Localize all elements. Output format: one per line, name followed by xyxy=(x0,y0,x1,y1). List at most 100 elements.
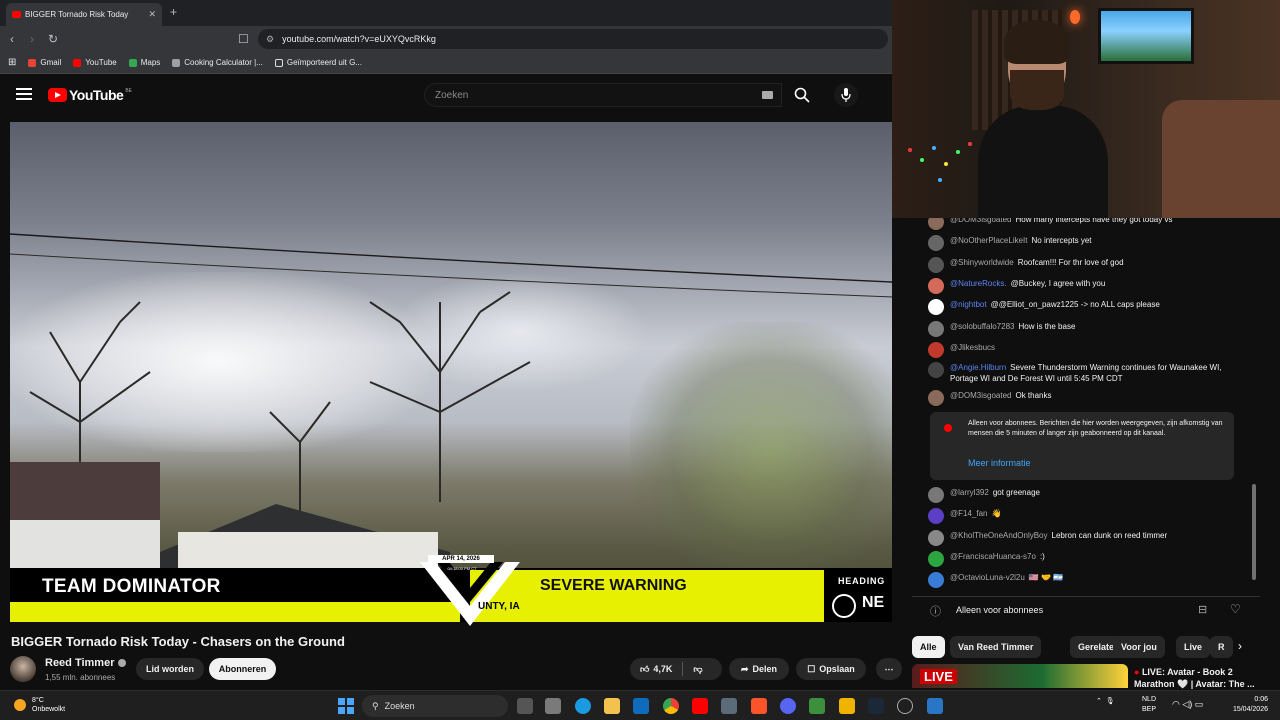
close-tab-icon[interactable]: ✕ xyxy=(148,9,156,20)
chip-4[interactable]: Live xyxy=(1176,636,1211,658)
chat-avatar[interactable] xyxy=(928,321,944,337)
settings-gear-icon[interactable] xyxy=(897,698,913,714)
forward-icon[interactable]: › xyxy=(30,32,34,46)
chip-5[interactable]: R xyxy=(1210,636,1233,658)
chat-avatar[interactable] xyxy=(928,508,944,524)
bookmark-youtube[interactable]: YouTube xyxy=(73,58,117,67)
chat-avatar[interactable] xyxy=(928,572,944,588)
chat-avatar[interactable] xyxy=(928,487,944,503)
chat-username[interactable]: @NatureRocks. xyxy=(950,279,1007,288)
chat-message[interactable]: @NatureRocks. @Buckey, I agree with you xyxy=(928,278,1246,294)
chat-message[interactable]: @nightbot @@Elliot_on_pawz1225 -> no ALL … xyxy=(928,299,1246,315)
chat-message[interactable]: @DOM3isgoated Ok thanks xyxy=(928,390,1246,406)
money-icon[interactable]: ⊟ xyxy=(1198,603,1207,616)
save-button[interactable]: ☐ Opslaan xyxy=(796,658,866,680)
chat-avatar[interactable] xyxy=(928,362,944,378)
chat-username[interactable]: @nightbot xyxy=(950,300,987,309)
dislike-button[interactable]: 👎︎ xyxy=(693,664,702,675)
chip-3[interactable]: Voor jou xyxy=(1113,636,1165,658)
chrome-icon[interactable] xyxy=(663,698,679,714)
chat-username[interactable]: @larryl392 xyxy=(950,488,989,497)
next-video-title[interactable]: ● LIVE: Avatar - Book 2 Marathon 🤍 | Ava… xyxy=(1134,666,1274,690)
voice-search-button[interactable] xyxy=(834,83,858,107)
bookmark-gmail[interactable]: Gmail xyxy=(28,58,61,67)
chat-message[interactable]: @Shinyworldwide Roofcam!!! For thr love o… xyxy=(928,257,1246,273)
reload-icon[interactable]: ↻ xyxy=(48,32,58,46)
bookmark-folder[interactable]: Geïmporteerd uit G... xyxy=(274,58,362,67)
url-field[interactable]: ⚙ youtube.com/watch?v=eUXYQvcRKkg xyxy=(258,29,888,49)
next-video-thumbnail[interactable]: LIVE xyxy=(912,664,1128,688)
channel-avatar[interactable] xyxy=(10,656,36,682)
file-explorer-icon[interactable] xyxy=(604,698,620,714)
chat-username[interactable]: @DOM3isgoated xyxy=(950,391,1011,400)
chat-username[interactable]: @F14_fan xyxy=(950,509,987,518)
system-tray[interactable]: ⌃ 🎙︎ xyxy=(1096,697,1119,705)
chat-avatar[interactable] xyxy=(928,342,944,358)
youtube-logo[interactable]: YouTube BE xyxy=(48,87,132,103)
steam-icon[interactable] xyxy=(868,698,884,714)
share-button[interactable]: ➦ Delen xyxy=(729,658,789,680)
video-player[interactable] xyxy=(10,122,892,622)
edge-icon[interactable] xyxy=(575,698,591,714)
apps-icon[interactable]: ⊞ xyxy=(8,57,16,68)
more-info-link[interactable]: Meer informatie xyxy=(968,458,1031,468)
menu-icon[interactable] xyxy=(16,88,32,100)
chat-message[interactable]: @F14_fan 👋 xyxy=(928,508,1246,524)
join-button[interactable]: Lid worden xyxy=(136,658,204,680)
site-info-icon[interactable]: ⚙ xyxy=(266,34,274,45)
chat-message[interactable]: @Angie.Hilburn Severe Thunderstorm Warnin… xyxy=(928,362,1246,384)
chip-1[interactable]: Van Reed Timmer xyxy=(950,636,1042,658)
browser-tab[interactable]: BIGGER Tornado Risk Today ✕ xyxy=(6,3,162,26)
like-button[interactable]: 👍︎ 4,7K xyxy=(640,664,672,675)
info-icon[interactable]: ⓘ xyxy=(930,603,941,619)
chat-avatar[interactable] xyxy=(928,299,944,315)
store-icon[interactable] xyxy=(545,698,561,714)
app-icon[interactable] xyxy=(839,698,855,714)
chat-message[interactable]: @KholTheOneAndOnlyBoy Lebron can dunk on … xyxy=(928,530,1246,546)
chat-avatar[interactable] xyxy=(928,390,944,406)
bookmark-cooking[interactable]: Cooking Calculator |... xyxy=(172,58,263,67)
task-view-icon[interactable] xyxy=(517,698,533,714)
chat-message[interactable]: @Jlikesbucs xyxy=(928,342,1246,358)
chat-message[interactable]: @OctavioLuna-v2l2u 🇺🇸 🤝 🇦🇷 xyxy=(928,572,1246,588)
clock[interactable]: 0:06 15/04/2026 xyxy=(1228,695,1268,715)
search-input[interactable]: Zoeken xyxy=(424,83,782,107)
chat-username[interactable]: @Angie.Hilburn xyxy=(950,363,1006,372)
bookmark-star-icon[interactable]: ☐ xyxy=(238,32,249,46)
keyboard-icon[interactable] xyxy=(762,91,773,99)
brave-icon[interactable] xyxy=(751,698,767,714)
search-button[interactable] xyxy=(782,83,822,107)
chip-0[interactable]: Alle xyxy=(912,636,945,658)
chat-avatar[interactable] xyxy=(928,278,944,294)
discord-icon[interactable] xyxy=(780,698,796,714)
chat-username[interactable]: @OctavioLuna-v2l2u xyxy=(950,573,1025,582)
heart-icon[interactable]: ♡ xyxy=(1230,602,1241,616)
chat-message[interactable]: @FranciscaHuanca-s7o:) xyxy=(928,551,1246,567)
chat-scrollbar[interactable] xyxy=(1252,484,1256,580)
chat-username[interactable]: @Shinyworldwide xyxy=(950,258,1014,267)
more-actions-button[interactable]: ⋯ xyxy=(876,658,902,680)
chat-username[interactable]: @KholTheOneAndOnlyBoy xyxy=(950,531,1048,540)
chat-message[interactable]: @NoOtherPlaceLikeIt No intercepts yet xyxy=(928,235,1246,251)
wifi-volume-battery-icons[interactable]: ◠ ◁) ▭ xyxy=(1172,699,1203,710)
game-icon[interactable] xyxy=(809,698,825,714)
youtube-app-icon[interactable] xyxy=(692,698,708,714)
obs-icon[interactable] xyxy=(927,698,943,714)
bookmark-maps[interactable]: Maps xyxy=(128,58,160,67)
taskbar-search[interactable]: ⚲ Zoeken xyxy=(362,695,508,717)
weather-widget[interactable]: 8°C Onbewolkt xyxy=(14,696,65,714)
back-icon[interactable]: ‹ xyxy=(10,32,14,46)
new-tab-button[interactable]: + xyxy=(170,5,177,19)
chat-avatar[interactable] xyxy=(928,551,944,567)
channel-name[interactable]: Reed Timmer xyxy=(45,657,126,669)
chips-next-icon[interactable]: › xyxy=(1238,639,1242,653)
chat-username[interactable]: @Jlikesbucs xyxy=(950,343,995,352)
outlook-icon[interactable] xyxy=(633,698,649,714)
subscribe-button[interactable]: Abonneren xyxy=(209,658,276,680)
chat-username[interactable]: @solobuffalo7283 xyxy=(950,322,1014,331)
start-button[interactable] xyxy=(338,698,354,714)
chat-message[interactable]: @larryl392 got greenage xyxy=(928,487,1246,503)
language-indicator[interactable]: NLD BEP xyxy=(1142,695,1156,715)
chat-username[interactable]: @NoOtherPlaceLikeIt xyxy=(950,236,1028,245)
chat-username[interactable]: @FranciscaHuanca-s7o xyxy=(950,552,1036,561)
